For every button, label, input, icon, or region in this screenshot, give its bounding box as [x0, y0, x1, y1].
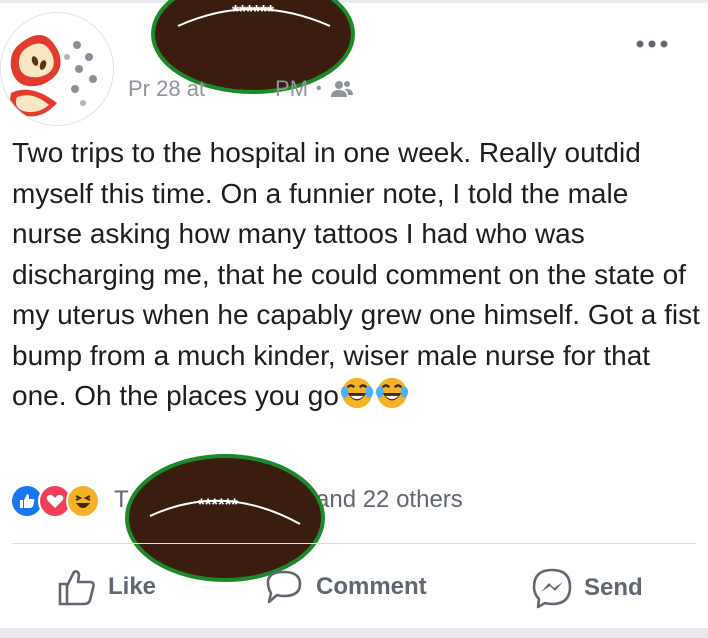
post-text: Two trips to the hospital in one week. R…	[12, 137, 700, 411]
laughing-crying-emoji	[375, 377, 408, 409]
more-options-icon[interactable]	[634, 32, 670, 56]
send-button[interactable]: Send	[530, 566, 643, 610]
profile-avatar[interactable]	[0, 12, 114, 126]
laughing-crying-emoji	[340, 377, 373, 409]
reaction-redaction: ******	[124, 452, 326, 584]
feed-separator	[0, 628, 708, 638]
separator-dot: •	[316, 80, 322, 97]
comment-button[interactable]: Comment	[262, 566, 427, 608]
like-button[interactable]: Like	[56, 566, 156, 608]
like-label: Like	[108, 573, 157, 600]
comment-label: Comment	[316, 573, 427, 600]
messenger-icon	[532, 568, 572, 609]
reaction-summary[interactable]	[10, 484, 100, 518]
action-divider	[12, 543, 696, 544]
send-label: Send	[584, 574, 643, 601]
redaction-stitches: ******	[198, 495, 238, 514]
post-body: Two trips to the hospital in one week. R…	[12, 133, 702, 417]
comment-icon	[266, 570, 302, 604]
post-meta: Pr 28 at PM •	[128, 76, 354, 102]
timestamp-suffix: PM	[275, 76, 309, 101]
redaction-stitches: ******	[232, 2, 274, 22]
apple-illustration	[1, 13, 113, 125]
reaction-names-suffix: and 22 others	[316, 486, 463, 513]
friends-icon[interactable]	[330, 80, 354, 98]
thumbs-up-icon	[58, 570, 95, 606]
haha-reaction-icon	[66, 484, 100, 518]
timestamp[interactable]: Pr 28 at	[128, 76, 205, 102]
